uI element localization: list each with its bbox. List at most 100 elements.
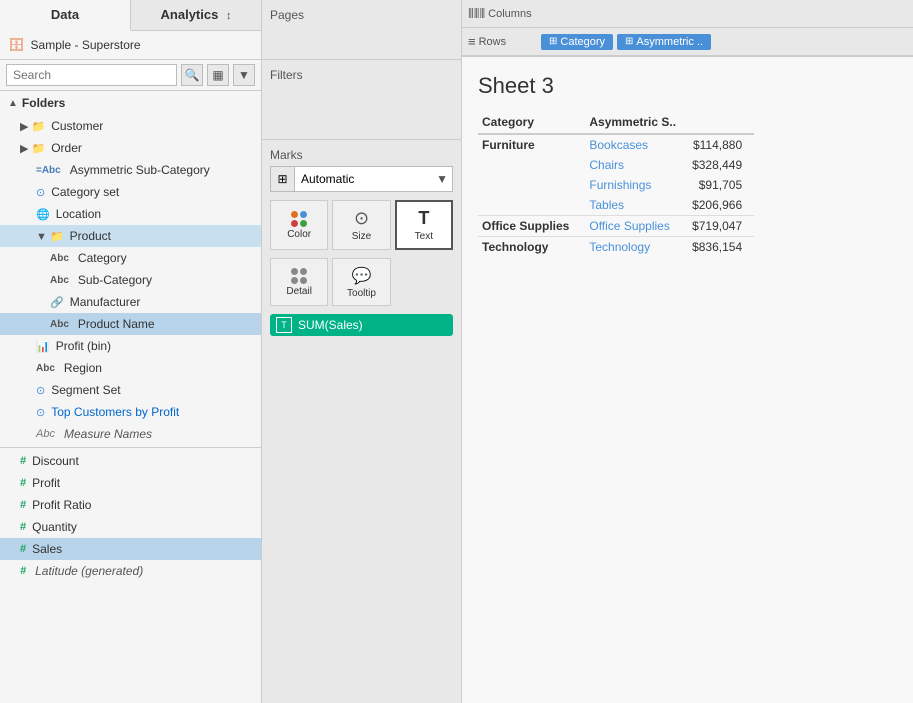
field-product-name-icon: Abc: [50, 319, 69, 330]
field-asymmetric-sub-category[interactable]: =Abc Asymmetric Sub-Category: [0, 159, 261, 181]
data-table: Category Asymmetric S.. Furniture Bookca…: [478, 111, 754, 257]
field-location[interactable]: 🌐 Location: [0, 203, 261, 225]
field-manufacturer[interactable]: 🔗 Manufacturer: [0, 291, 261, 313]
left-panel-tabs: Data Analytics ↕: [0, 0, 261, 31]
field-region-label: Region: [64, 361, 102, 375]
folders-label: Folders: [22, 96, 65, 110]
marks-color-button[interactable]: Color: [270, 200, 328, 250]
field-latitude-icon: #: [20, 565, 26, 577]
value-cell-tables: $206,966: [688, 195, 754, 216]
field-region[interactable]: Abc Region: [0, 357, 261, 379]
field-product-name[interactable]: Abc Product Name: [0, 313, 261, 335]
marks-tooltip-button[interactable]: 💬 Tooltip: [332, 258, 390, 306]
app-container: Data Analytics ↕ 🗄 Sample - Superstore 🔍…: [0, 0, 913, 703]
subcategory-cell-office-supplies[interactable]: Office Supplies: [585, 216, 688, 237]
grid-view-button[interactable]: ▦: [207, 64, 229, 86]
subcategory-cell-chairs[interactable]: Chairs: [585, 155, 688, 175]
sum-sales-pill-icon: T: [276, 317, 292, 333]
rows-asymmetric-pill[interactable]: ⊞ Asymmetric ..: [617, 34, 711, 50]
marks-section: Marks ⊞ Automatic ▼: [262, 140, 461, 703]
field-category-set[interactable]: ⊙ Category set: [0, 181, 261, 203]
field-profit-bin-label: Profit (bin): [56, 339, 111, 353]
value-cell-technology: $836,154: [688, 237, 754, 258]
sum-sales-pill[interactable]: T SUM(Sales): [270, 314, 453, 336]
folder-customer-label: Customer: [51, 119, 103, 133]
main-area: Data Analytics ↕ 🗄 Sample - Superstore 🔍…: [0, 0, 913, 703]
subcategory-cell-tables[interactable]: Tables: [585, 195, 688, 216]
marks-text-icon: T: [418, 208, 429, 229]
marks-size-button[interactable]: ⊙ Size: [332, 200, 390, 250]
left-panel: Data Analytics ↕ 🗄 Sample - Superstore 🔍…: [0, 0, 262, 703]
field-segment-set[interactable]: ⊙ Segment Set: [0, 379, 261, 401]
field-segment-set-label: Segment Set: [51, 383, 120, 397]
data-source-name: Sample - Superstore: [31, 38, 141, 52]
sort-dropdown-button[interactable]: ▼: [233, 64, 255, 86]
filters-label: Filters: [270, 68, 453, 82]
marks-type-dropdown[interactable]: ⊞ Automatic ▼: [270, 166, 453, 192]
search-button[interactable]: 🔍: [181, 64, 203, 86]
field-top-customers-label: Top Customers by Profit: [51, 405, 179, 419]
rows-asymmetric-pill-icon: ⊞: [625, 36, 633, 47]
subcategory-cell-technology[interactable]: Technology: [585, 237, 688, 258]
folder-order[interactable]: ▶ 📁 Order: [0, 137, 261, 159]
subcategory-cell-furnishings[interactable]: Furnishings: [585, 175, 688, 195]
field-top-customers[interactable]: ⊙ Top Customers by Profit: [0, 401, 261, 423]
folders-header[interactable]: ▲ Folders: [0, 91, 261, 115]
marks-type-icon: ⊞: [277, 172, 287, 186]
tab-data[interactable]: Data: [0, 0, 131, 31]
field-region-icon: Abc: [36, 363, 55, 374]
marks-detail-button[interactable]: Detail: [270, 258, 328, 306]
field-latitude[interactable]: # Latitude (generated): [0, 560, 261, 582]
field-profit[interactable]: # Profit: [0, 472, 261, 494]
marks-color-label: Color: [287, 229, 311, 240]
tab-analytics[interactable]: Analytics ↕: [131, 0, 261, 30]
field-discount-icon: #: [20, 455, 26, 467]
rows-category-pill-icon: ⊞: [549, 36, 557, 47]
value-cell-chairs: $328,449: [688, 155, 754, 175]
folder-order-label: Order: [51, 141, 82, 155]
folder-customer-icon: ▶ 📁: [20, 120, 45, 133]
marks-size-icon: ⊙: [354, 208, 369, 229]
marks-type-label: Automatic: [295, 172, 432, 186]
field-manufacturer-label: Manufacturer: [70, 295, 141, 309]
sum-sales-label: SUM(Sales): [298, 318, 363, 332]
field-location-icon: 🌐: [36, 208, 50, 221]
field-list: ▲ Folders ▶ 📁 Customer ▶ 📁 Order =Abc As…: [0, 91, 261, 703]
field-category[interactable]: Abc Category: [0, 247, 261, 269]
field-latitude-label: Latitude (generated): [35, 564, 143, 578]
marks-detail-icon: [291, 268, 307, 284]
field-manufacturer-icon: 🔗: [50, 296, 64, 309]
columns-shelf-label: ⦀⦀⦀ Columns: [468, 6, 533, 22]
marks-size-label: Size: [352, 231, 371, 242]
folder-customer[interactable]: ▶ 📁 Customer: [0, 115, 261, 137]
field-sales-icon: #: [20, 543, 26, 555]
data-source-row[interactable]: 🗄 Sample - Superstore: [0, 31, 261, 60]
field-sub-category[interactable]: Abc Sub-Category: [0, 269, 261, 291]
field-asymmetric-label: Asymmetric Sub-Category: [70, 163, 210, 177]
subcategory-cell-bookcases[interactable]: Bookcases: [585, 134, 688, 155]
marks-label: Marks: [270, 148, 453, 162]
field-profit-label: Profit: [32, 476, 60, 490]
table-row: Office Supplies Office Supplies $719,047: [478, 216, 754, 237]
value-cell-furnishings: $91,705: [688, 175, 754, 195]
pages-label: Pages: [270, 8, 453, 22]
sheet-content: Sheet 3 Category Asymmetric S.. Furnitur…: [462, 57, 913, 703]
marks-text-label: Text: [415, 231, 433, 242]
field-profit-bin[interactable]: 📊 Profit (bin): [0, 335, 261, 357]
columns-icon: ⦀⦀⦀: [468, 6, 485, 22]
marks-dropdown-icon: ⊞: [271, 167, 295, 191]
field-sales-label: Sales: [32, 542, 62, 556]
field-discount[interactable]: # Discount: [0, 450, 261, 472]
folder-product[interactable]: ▼ 📁 Product: [0, 225, 261, 247]
search-input[interactable]: [6, 64, 177, 86]
field-measure-names[interactable]: Abc Measure Names: [0, 423, 261, 445]
field-sales[interactable]: # Sales: [0, 538, 261, 560]
col-header-asymmetric: Asymmetric S..: [585, 111, 688, 134]
table-row: Furniture Bookcases $114,880: [478, 134, 754, 155]
marks-text-button[interactable]: T Text: [395, 200, 453, 250]
field-quantity[interactable]: # Quantity: [0, 516, 261, 538]
rows-category-pill[interactable]: ⊞ Category: [541, 34, 613, 50]
rows-shelf-label: ≡ Rows: [468, 34, 533, 49]
value-cell-bookcases: $114,880: [688, 134, 754, 155]
field-profit-ratio[interactable]: # Profit Ratio: [0, 494, 261, 516]
